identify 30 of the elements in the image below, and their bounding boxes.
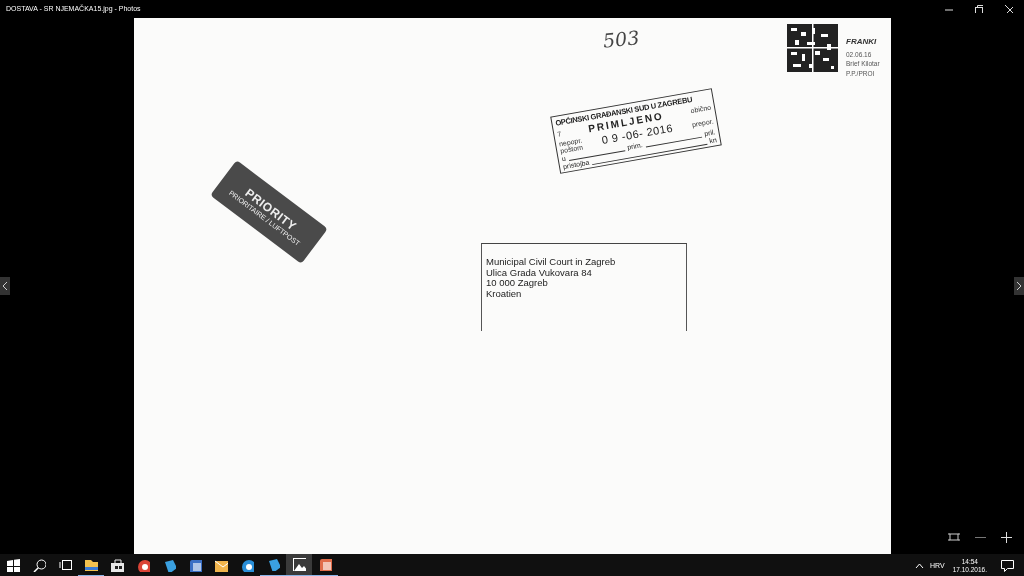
task-view-icon (58, 559, 72, 572)
previous-button[interactable] (0, 276, 10, 295)
shopping-bag-icon (110, 559, 124, 572)
close-icon (1005, 4, 1013, 13)
document-icon (188, 559, 202, 572)
address-line: 10 000 Zagreb (486, 278, 549, 289)
search-icon (32, 559, 46, 572)
envelope-icon (214, 559, 228, 572)
fit-icon (948, 532, 960, 542)
chevron-up-icon[interactable] (915, 562, 924, 569)
app-icon (266, 558, 280, 571)
folder-icon (84, 558, 98, 571)
handwritten-number: 503 (601, 26, 641, 52)
franking-text: FRANKI (846, 37, 878, 47)
app-icon (162, 559, 176, 572)
windows-logo-icon (6, 559, 20, 572)
address-line: Municipal Civil Court in Zagreb (486, 257, 617, 268)
chevron-right-icon (1016, 280, 1022, 291)
address-line: Kroatien (486, 288, 522, 299)
notification-icon[interactable] (1001, 559, 1014, 572)
next-button[interactable] (1014, 276, 1024, 295)
address-line: Ulica Grada Vukovara 84 (486, 267, 592, 278)
photo-icon (292, 558, 306, 571)
document-icon (318, 558, 332, 571)
circle-logo-icon (136, 559, 150, 572)
restore-icon (975, 4, 983, 13)
chevron-left-icon (2, 280, 8, 291)
qr-code-drawing (787, 24, 838, 72)
plus-icon (1000, 531, 1012, 543)
taskbar-app-button[interactable] (286, 554, 312, 576)
